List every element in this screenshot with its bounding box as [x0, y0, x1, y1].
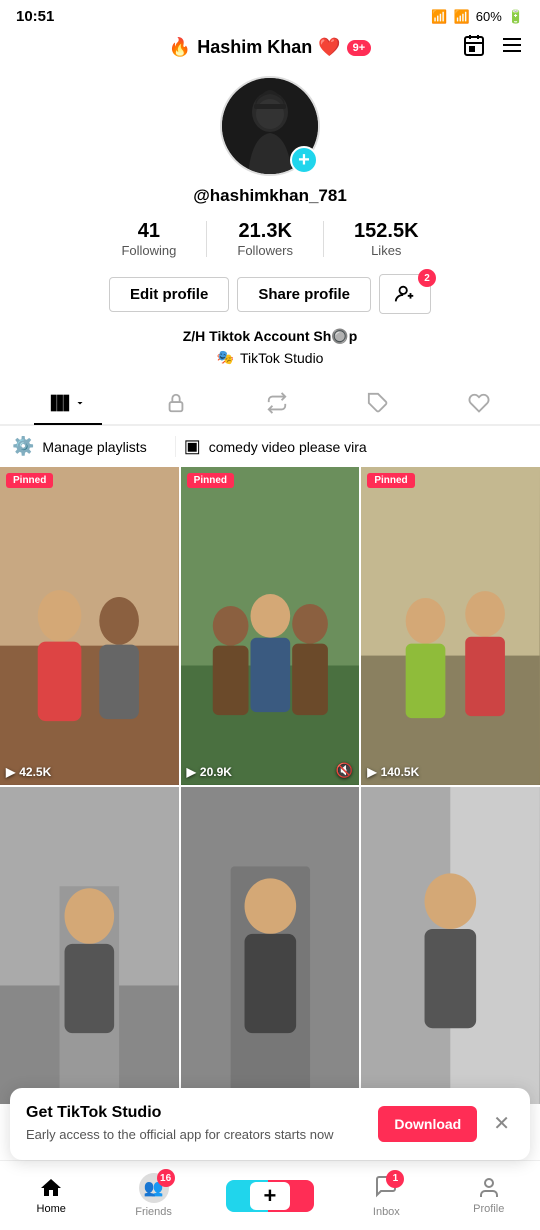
comedy-playlist-label: comedy video please vira — [209, 439, 367, 455]
manage-playlists-label: Manage playlists — [42, 439, 146, 455]
nav-home[interactable]: Home — [21, 1176, 81, 1215]
calendar-icon[interactable] — [462, 33, 486, 63]
banner-text: Get TikTok Studio Early access to the of… — [26, 1104, 366, 1144]
follow-badge: 2 — [418, 269, 436, 287]
video-cell-1[interactable]: Pinned ▶ 42.5K — [0, 467, 179, 785]
tab-tagged[interactable] — [351, 382, 405, 424]
comedy-playlist-btn[interactable]: ▣ comedy video please vira — [184, 436, 387, 457]
inbox-badge: 1 — [386, 1170, 404, 1188]
stats-row: 41 Following 21.3K Followers 152.5K Like… — [91, 220, 448, 258]
profile-nav-title: 🔥 Hashim Khan ❤️ 9+ — [169, 37, 371, 58]
likes-value: 152.5K — [354, 220, 419, 243]
avatar-container: + — [220, 76, 320, 176]
download-button[interactable]: Download — [378, 1106, 477, 1142]
follow-friends-button[interactable]: 2 — [379, 274, 431, 314]
top-nav: 🔥 Hashim Khan ❤️ 9+ — [0, 29, 540, 66]
action-row: Edit profile Share profile 2 — [109, 274, 431, 314]
edit-profile-button[interactable]: Edit profile — [109, 277, 229, 312]
tab-liked[interactable] — [452, 382, 506, 424]
bio-line-1: Z/H Tiktok Account Sh🔘p — [36, 328, 504, 345]
battery-icon: 🔋 — [508, 9, 524, 25]
view-count-1: ▶ 42.5K — [6, 765, 51, 779]
video-cell-2[interactable]: Pinned ▶ 20.9K 🔇 — [181, 467, 360, 785]
video-cell-4[interactable] — [0, 787, 179, 1105]
battery-level: 60% — [476, 9, 502, 24]
mute-icon-2: 🔇 — [336, 762, 353, 779]
banner-subtitle: Early access to the official app for cre… — [26, 1126, 366, 1144]
profile-section: + @hashimkhan_781 41 Following 21.3K Fol… — [0, 66, 540, 372]
nav-create[interactable]: + — [226, 1180, 314, 1212]
tab-private[interactable] — [149, 382, 203, 424]
manage-playlists-btn[interactable]: ⚙️ Manage playlists — [12, 436, 167, 457]
studio-label: TikTok Studio — [240, 350, 324, 366]
followers-value: 21.3K — [239, 220, 292, 243]
play-icon-1: ▶ — [6, 765, 15, 779]
following-label: Following — [121, 243, 176, 258]
heart-emoji: ❤️ — [318, 37, 340, 58]
banner-close-button[interactable]: ✕ — [489, 1107, 514, 1140]
inbox-label: Inbox — [373, 1206, 400, 1218]
friends-badge: 16 — [157, 1169, 175, 1187]
manage-playlists-icon: ⚙️ — [12, 436, 34, 457]
profile-label: Profile — [473, 1203, 504, 1215]
fire-emoji: 🔥 — [169, 37, 191, 58]
banner-title: Get TikTok Studio — [26, 1104, 366, 1122]
bio-section: Z/H Tiktok Account Sh🔘p 🎭 TikTok Studio — [16, 328, 524, 366]
username-nav: Hashim Khan — [197, 37, 312, 58]
bio-line-2: 🎭 TikTok Studio — [36, 349, 504, 366]
followers-label: Followers — [237, 243, 293, 258]
nav-inbox[interactable]: 1 Inbox — [356, 1174, 416, 1218]
pinned-badge-3: Pinned — [367, 473, 414, 488]
video-cell-5[interactable] — [181, 787, 360, 1105]
tab-repost[interactable] — [250, 382, 304, 424]
play-icon-2: ▶ — [187, 765, 196, 779]
studio-banner: Get TikTok Studio Early access to the of… — [10, 1088, 530, 1160]
video-cell-3[interactable]: Pinned ▶ 140.5K — [361, 467, 540, 785]
signal-icon: 📶 — [454, 9, 470, 25]
status-bar: 10:51 📶 📶 60% 🔋 — [0, 0, 540, 29]
stat-likes[interactable]: 152.5K Likes — [324, 220, 449, 258]
following-value: 41 — [138, 220, 160, 243]
content-tab-bar — [0, 382, 540, 426]
video-cell-6[interactable] — [361, 787, 540, 1105]
view-count-2: ▶ 20.9K — [187, 765, 232, 779]
notification-badge[interactable]: 9+ — [347, 40, 372, 56]
profile-username: @hashimkhan_781 — [193, 186, 347, 206]
status-icons: 📶 📶 60% 🔋 — [431, 9, 524, 25]
play-icon-3: ▶ — [367, 765, 376, 779]
playlist-divider — [175, 436, 176, 457]
pinned-badge-2: Pinned — [187, 473, 234, 488]
stat-following[interactable]: 41 Following — [91, 220, 206, 258]
nav-friends[interactable]: 👥 16 Friends — [124, 1173, 184, 1218]
bottom-nav: Home 👥 16 Friends + 1 Inbox — [0, 1160, 540, 1230]
menu-icon[interactable] — [500, 33, 524, 63]
wifi-icon: 📶 — [431, 9, 447, 25]
tab-videos[interactable] — [34, 383, 102, 425]
playlist-video-icon: ▣ — [184, 436, 201, 457]
playlist-row: ⚙️ Manage playlists ▣ comedy video pleas… — [0, 426, 540, 467]
studio-icon: 🎭 — [217, 349, 234, 366]
friends-label: Friends — [135, 1206, 172, 1218]
pinned-badge-1: Pinned — [6, 473, 53, 488]
likes-label: Likes — [371, 243, 401, 258]
home-label: Home — [37, 1203, 66, 1215]
status-time: 10:51 — [16, 8, 54, 25]
stat-followers[interactable]: 21.3K Followers — [207, 220, 323, 258]
nav-profile[interactable]: Profile — [459, 1176, 519, 1215]
friends-avatar-wrap: 👥 16 — [139, 1173, 169, 1203]
share-profile-button[interactable]: Share profile — [237, 277, 371, 312]
top-nav-icons — [462, 33, 524, 63]
view-count-3: ▶ 140.5K — [367, 765, 419, 779]
add-follow-btn[interactable]: + — [290, 146, 318, 174]
video-grid: Pinned ▶ 42.5K Pinned ▶ 20.9K 🔇 — [0, 467, 540, 1104]
